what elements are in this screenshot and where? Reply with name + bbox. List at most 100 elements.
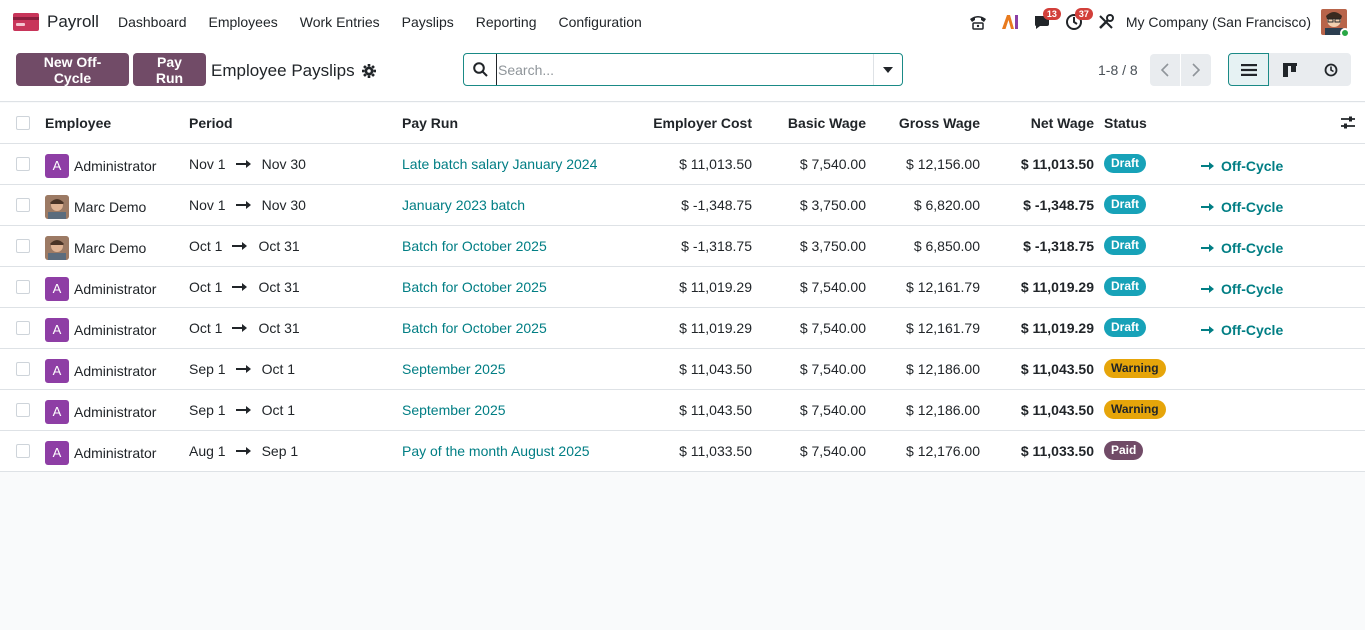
user-avatar[interactable] (1321, 9, 1350, 38)
new-offcycle-button[interactable]: New Off-Cycle (16, 53, 129, 86)
table-row[interactable]: A Administrator Sep 1 Oct 1 September 20… (0, 390, 1365, 431)
employee-name: Administrator (74, 362, 157, 379)
header-pay-run[interactable]: Pay Run (402, 103, 458, 143)
menu-reporting[interactable]: Reporting (465, 0, 548, 44)
table-row[interactable]: Marc Demo Nov 1 Nov 30 January 2023 batc… (0, 185, 1365, 226)
offcycle-action-button[interactable]: Off-Cycle (1201, 308, 1283, 348)
period-to: Nov 30 (261, 156, 306, 172)
payroll-app-icon[interactable] (13, 13, 39, 31)
status-cell: Draft (1104, 185, 1147, 225)
basic-wage-value: $ 7,540.00 (799, 320, 866, 336)
header-employer-cost[interactable]: Employer Cost (653, 103, 752, 143)
period-to: Oct 31 (258, 279, 300, 295)
action-cell: Off-Cycle (1201, 267, 1283, 307)
messages-icon[interactable]: 13 (1026, 0, 1061, 44)
activity-view-button[interactable] (1310, 53, 1351, 86)
row-checkbox[interactable] (16, 444, 30, 458)
app-name[interactable]: Payroll (47, 12, 99, 32)
basic-wage-value: $ 3,750.00 (799, 197, 866, 213)
row-checkbox[interactable] (16, 280, 30, 294)
offcycle-action-label: Off-Cycle (1221, 240, 1284, 256)
table-row[interactable]: A Administrator Sep 1 Oct 1 September 20… (0, 349, 1365, 390)
basic-wage-value: $ 7,540.00 (799, 402, 866, 418)
row-checkbox[interactable] (16, 321, 30, 335)
employee-avatar (45, 235, 69, 260)
offcycle-action-button[interactable]: Off-Cycle (1201, 185, 1283, 225)
company-switcher[interactable]: My Company (San Francisco) (1122, 14, 1321, 30)
pay-run-link[interactable]: January 2023 batch (402, 185, 525, 225)
offcycle-action-label: Off-Cycle (1221, 158, 1284, 174)
tools-icon[interactable] (1090, 0, 1122, 44)
row-checkbox[interactable] (16, 157, 30, 171)
net-wage-value: $ -1,348.75 (1023, 197, 1094, 213)
activities-clock-icon[interactable]: 37 (1058, 0, 1093, 44)
header-employee[interactable]: Employee (45, 103, 111, 143)
kanban-view-button[interactable] (1269, 53, 1310, 86)
phone-icon[interactable] (962, 0, 994, 44)
header-net-wage[interactable]: Net Wage (1031, 103, 1094, 143)
action-cell: Off-Cycle (1201, 226, 1283, 266)
table-row[interactable]: A Administrator Oct 1 Oct 31 Batch for O… (0, 267, 1365, 308)
list-view-button[interactable] (1228, 53, 1269, 86)
basic-wage-value: $ 7,540.00 (799, 156, 866, 172)
pay-run-link[interactable]: September 2025 (402, 390, 506, 430)
select-all-checkbox[interactable] (16, 116, 30, 130)
pay-run-link[interactable]: Late batch salary January 2024 (402, 144, 597, 184)
header-basic-wage[interactable]: Basic Wage (788, 103, 866, 143)
employer-cost-value: $ 11,043.50 (679, 402, 752, 418)
employee-avatar: A (45, 440, 69, 465)
pager-previous-button[interactable] (1150, 54, 1180, 86)
pager-value[interactable]: 1-8 / 8 (1098, 62, 1138, 78)
employee-name: Administrator (74, 321, 157, 338)
pay-run-button[interactable]: Pay Run (133, 53, 206, 86)
offcycle-action-label: Off-Cycle (1221, 322, 1284, 338)
period-cell: Oct 1 Oct 31 (189, 267, 300, 307)
employee-cell: Marc Demo (45, 226, 146, 266)
menu-configuration[interactable]: Configuration (547, 0, 652, 44)
employee-name: Marc Demo (74, 239, 147, 256)
page-title-wrap: Employee Payslips (211, 61, 376, 81)
search-input[interactable] (496, 54, 873, 85)
table-row[interactable]: A Administrator Oct 1 Oct 31 Batch for O… (0, 308, 1365, 349)
gross-wage-value: $ 12,156.00 (906, 156, 980, 172)
header-period[interactable]: Period (189, 103, 233, 143)
row-checkbox[interactable] (16, 239, 30, 253)
arrow-right-icon (232, 324, 248, 332)
status-cell: Draft (1104, 226, 1147, 266)
offcycle-action-button[interactable]: Off-Cycle (1201, 267, 1283, 307)
table-row[interactable]: A Administrator Nov 1 Nov 30 Late batch … (0, 144, 1365, 185)
status-badge: Draft (1104, 318, 1147, 337)
status-cell: Draft (1104, 144, 1147, 184)
pay-run-link[interactable]: September 2025 (402, 349, 506, 389)
offcycle-action-button[interactable]: Off-Cycle (1201, 226, 1283, 266)
pager-next-button[interactable] (1181, 54, 1211, 86)
pay-run-link[interactable]: Batch for October 2025 (402, 226, 547, 266)
menu-payslips[interactable]: Payslips (391, 0, 465, 44)
pay-run-link[interactable]: Pay of the month August 2025 (402, 431, 590, 471)
menu-employees[interactable]: Employees (198, 0, 289, 44)
period-to: Nov 30 (261, 197, 306, 213)
gear-icon[interactable] (361, 64, 376, 78)
table-row[interactable]: A Administrator Aug 1 Sep 1 Pay of the m… (0, 431, 1365, 472)
employer-cost-value: $ 11,019.29 (679, 279, 752, 295)
offcycle-action-button[interactable]: Off-Cycle (1201, 144, 1283, 184)
table-row[interactable]: Marc Demo Oct 1 Oct 31 Batch for October… (0, 226, 1365, 267)
ai-icon[interactable] (994, 0, 1026, 44)
header-gross-wage[interactable]: Gross Wage (899, 103, 980, 143)
search-options-toggle[interactable] (873, 54, 902, 85)
employee-cell: A Administrator (45, 349, 156, 389)
pay-run-link[interactable]: Batch for October 2025 (402, 308, 547, 348)
menu-dashboard[interactable]: Dashboard (107, 0, 198, 44)
pay-run-link[interactable]: Batch for October 2025 (402, 267, 547, 307)
period-cell: Nov 1 Nov 30 (189, 144, 306, 184)
row-checkbox[interactable] (16, 403, 30, 417)
optional-columns-sliders-icon[interactable] (1340, 115, 1356, 131)
page-title: Employee Payslips (211, 61, 355, 80)
menu-work-entries[interactable]: Work Entries (289, 0, 391, 44)
employee-avatar: A (45, 399, 69, 424)
row-checkbox[interactable] (16, 198, 30, 212)
employer-cost-value: $ 11,033.50 (679, 443, 752, 459)
header-status[interactable]: Status (1104, 103, 1147, 143)
row-checkbox[interactable] (16, 362, 30, 376)
kanban-icon (1282, 62, 1297, 77)
